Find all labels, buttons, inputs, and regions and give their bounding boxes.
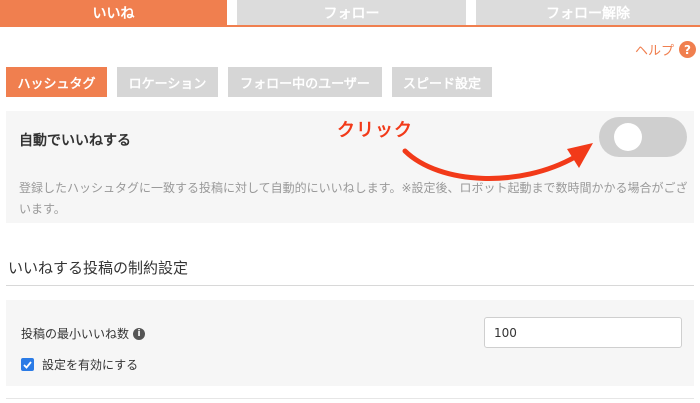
- enable-checkbox[interactable]: [21, 358, 34, 371]
- min-likes-label: 投稿の最小いいね数: [21, 327, 130, 341]
- info-icon[interactable]: i: [133, 327, 146, 340]
- restrictions-heading: いいねする投稿の制約設定: [8, 259, 189, 277]
- enable-setting-row: 設定を有効にする: [21, 356, 138, 373]
- enable-label: 設定を有効にする: [42, 358, 139, 372]
- min-likes-input[interactable]: [484, 317, 682, 348]
- check-icon: [23, 360, 32, 369]
- section-divider: [6, 285, 694, 286]
- min-likes-row-label: 投稿の最小いいね数 i: [21, 325, 146, 342]
- bottom-divider: [6, 398, 694, 399]
